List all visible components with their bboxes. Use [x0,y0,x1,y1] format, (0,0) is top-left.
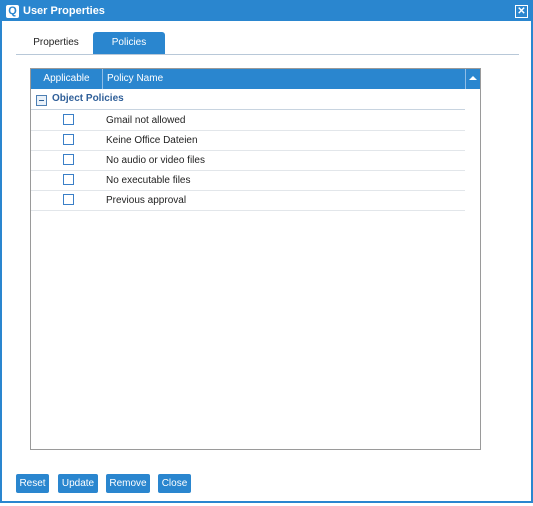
tab-policies[interactable]: Policies [93,32,165,54]
column-header-policy-name[interactable]: Policy Name [107,69,163,89]
policy-name-cell: Previous approval [106,195,187,206]
tab-bar: Properties Policies [16,32,519,55]
column-header-applicable[interactable]: Applicable [31,69,103,89]
applicable-checkbox[interactable] [63,154,74,165]
table-row: Keine Office Dateien [31,130,465,151]
remove-button[interactable]: Remove [106,474,150,493]
group-row-object-policies: Object Policies [31,89,465,110]
policy-name-cell: Keine Office Dateien [106,135,198,146]
table-row: Gmail not allowed [31,110,465,131]
sort-up-icon [469,76,477,80]
tab-properties[interactable]: Properties [16,32,96,54]
table-row: No executable files [31,170,465,191]
policy-name-cell: Gmail not allowed [106,115,186,126]
policy-name-cell: No audio or video files [106,155,205,166]
title-bar[interactable]: Q User Properties ✕ [2,2,531,21]
applicable-checkbox[interactable] [63,174,74,185]
grid-header: Applicable Policy Name [31,69,480,89]
applicable-checkbox[interactable] [63,114,74,125]
user-properties-dialog: Q User Properties ✕ Properties Policies … [0,0,533,503]
applicable-checkbox[interactable] [63,194,74,205]
policy-name-cell: No executable files [106,175,191,186]
window-title: User Properties [23,5,105,17]
policies-grid: Applicable Policy Name Object Policies G… [30,68,481,450]
close-icon[interactable]: ✕ [515,5,528,18]
update-button[interactable]: Update [58,474,98,493]
table-row: Previous approval [31,190,465,211]
table-row: No audio or video files [31,150,465,171]
close-button[interactable]: Close [158,474,191,493]
reset-button[interactable]: Reset [16,474,49,493]
applicable-checkbox[interactable] [63,134,74,145]
sort-button[interactable] [465,69,480,89]
app-logo-icon: Q [6,5,19,18]
collapse-icon[interactable] [36,95,47,106]
group-label: Object Policies [52,93,124,104]
